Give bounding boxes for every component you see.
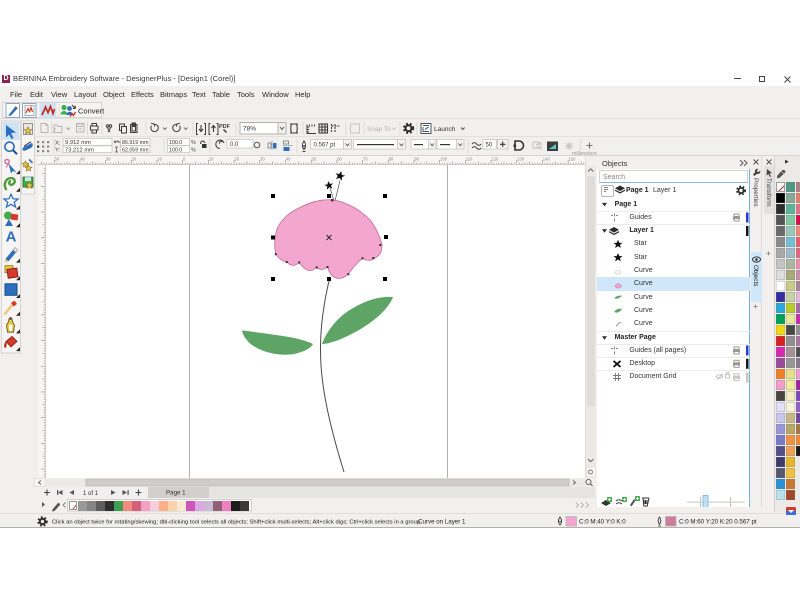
svg-text:Snap To: Snap To xyxy=(367,126,391,133)
svg-text:70: 70 xyxy=(363,157,368,162)
svg-text:A: A xyxy=(6,229,17,246)
svg-text:100: 100 xyxy=(440,157,448,162)
svg-text:62.059 mm: 62.059 mm xyxy=(122,147,149,153)
svg-text:100.0: 100.0 xyxy=(169,140,182,146)
svg-text:%: % xyxy=(191,147,196,153)
svg-text:86.919 mm: 86.919 mm xyxy=(122,140,149,146)
svg-text:60: 60 xyxy=(337,157,342,162)
svg-text:Page 1: Page 1 xyxy=(166,490,186,497)
svg-text:Y:: Y: xyxy=(55,148,61,154)
svg-text:X:: X: xyxy=(55,141,61,147)
svg-text:0.0: 0.0 xyxy=(230,142,239,148)
svg-text:C:0 M:40 Y:0 K:0: C:0 M:40 Y:0 K:0 xyxy=(579,519,626,526)
svg-text:50: 50 xyxy=(486,143,493,149)
svg-text:110: 110 xyxy=(466,157,473,162)
svg-text:30: 30 xyxy=(260,157,265,162)
svg-text:30: 30 xyxy=(106,157,111,162)
svg-text:Convert: Convert xyxy=(78,107,105,116)
svg-text:20: 20 xyxy=(234,157,239,162)
svg-text:120: 120 xyxy=(491,157,499,162)
svg-text:Click an object twice for rota: Click an object twice for rotating/skewi… xyxy=(52,520,420,526)
svg-text:90: 90 xyxy=(414,157,419,162)
svg-text:40: 40 xyxy=(80,157,85,162)
svg-text:150: 150 xyxy=(569,157,577,162)
svg-text:73.212 mm: 73.212 mm xyxy=(65,147,94,153)
svg-text:50: 50 xyxy=(55,157,60,162)
svg-text:130: 130 xyxy=(517,157,525,162)
svg-text:40: 40 xyxy=(286,157,291,162)
svg-text:80: 80 xyxy=(389,157,394,162)
svg-text:0.567 pt: 0.567 pt xyxy=(314,143,336,149)
svg-text:78%: 78% xyxy=(243,126,256,133)
svg-text:Launch: Launch xyxy=(434,126,456,133)
svg-text:1 of 1: 1 of 1 xyxy=(83,491,99,497)
svg-text:20: 20 xyxy=(132,157,137,162)
svg-text:9.912 mm: 9.912 mm xyxy=(65,140,91,146)
svg-text:50: 50 xyxy=(312,157,317,162)
svg-text:C:0 M:60 Y:20 K:20 0.567 pt: C:0 M:60 Y:20 K:20 0.567 pt xyxy=(679,519,757,526)
svg-text:10: 10 xyxy=(157,157,162,162)
svg-text:Curve on Layer 1: Curve on Layer 1 xyxy=(418,519,466,526)
svg-text:140: 140 xyxy=(543,157,551,162)
svg-text:0: 0 xyxy=(183,157,186,162)
svg-text:10: 10 xyxy=(209,157,214,162)
svg-text:PDF: PDF xyxy=(219,124,231,130)
svg-text:%: % xyxy=(191,140,196,146)
svg-text:100.0: 100.0 xyxy=(169,147,182,153)
